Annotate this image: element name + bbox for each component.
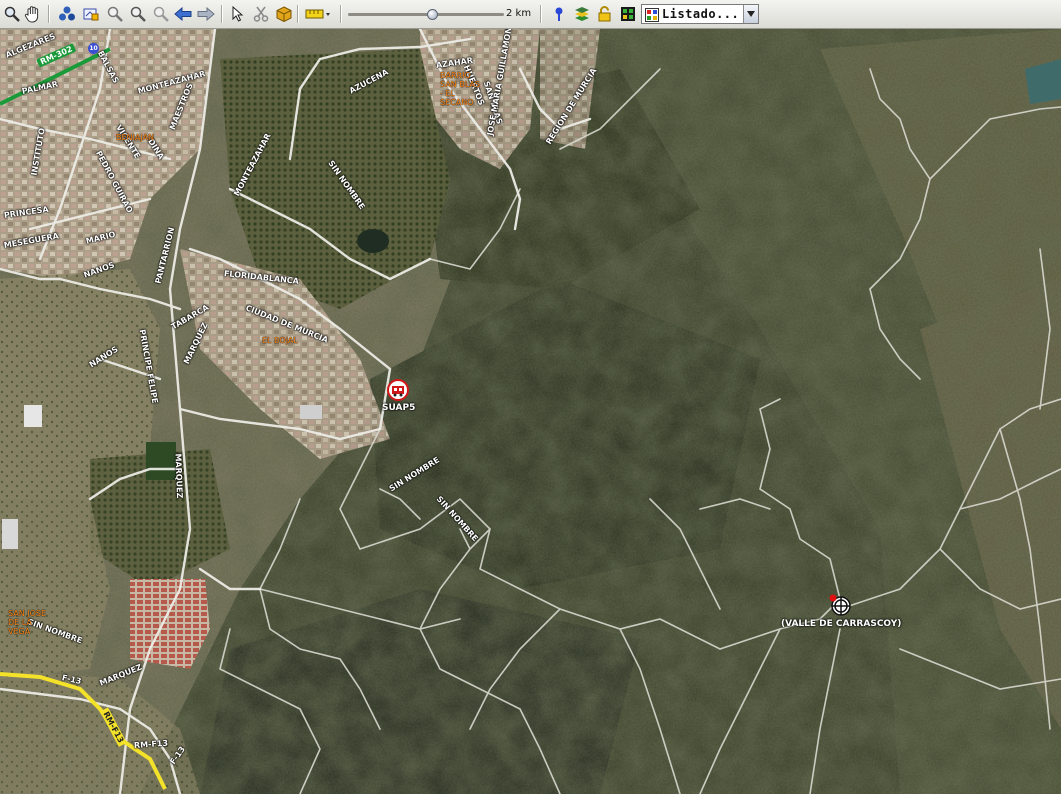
scale-slider-thumb[interactable] xyxy=(426,9,438,20)
forward-arrow-icon[interactable] xyxy=(196,4,216,24)
scissors-icon[interactable] xyxy=(251,4,271,24)
place-label: EL BOJAL xyxy=(262,336,298,345)
listing-icon xyxy=(645,7,659,26)
lock-icon[interactable] xyxy=(595,4,615,24)
marker-label: (VALLE DE CARRASCOY) xyxy=(781,619,902,629)
ruler-icon[interactable] xyxy=(304,4,334,24)
pointer-icon[interactable] xyxy=(228,4,248,24)
toolbar-separator xyxy=(48,5,50,23)
toolbar-separator xyxy=(540,5,542,23)
edit-map-icon[interactable] xyxy=(81,4,101,24)
toolbar-separator xyxy=(297,5,299,23)
place-label: SAN JOSE DE LA VEGA xyxy=(8,609,47,636)
listing-select-value: Listado... xyxy=(662,7,740,21)
zoom-extent-icon[interactable] xyxy=(151,4,171,24)
layers-stack-icon[interactable] xyxy=(572,4,592,24)
toolbar-separator xyxy=(221,5,223,23)
pin-icon[interactable] xyxy=(549,4,569,24)
package-icon[interactable] xyxy=(274,4,294,24)
pan-hand-icon[interactable] xyxy=(23,4,43,24)
marker-label: SUAP5 xyxy=(382,403,416,413)
satellite-imagery xyxy=(0,29,1061,794)
ambulance-icon[interactable] xyxy=(387,379,409,401)
place-label: BARRIO SAN BLAS - EL SECANO xyxy=(440,71,480,107)
layers-icon[interactable] xyxy=(57,4,77,24)
toolbar-separator xyxy=(340,5,342,23)
zoom-in-icon[interactable] xyxy=(105,4,125,24)
listing-select[interactable]: Listado... xyxy=(641,4,759,24)
zoom-out-icon[interactable] xyxy=(128,4,148,24)
grid-icon[interactable] xyxy=(618,4,638,24)
route-number-badge: 10 xyxy=(88,43,99,54)
back-arrow-icon[interactable] xyxy=(173,4,193,24)
chevron-down-icon[interactable] xyxy=(743,5,758,23)
place-label: BENIAJAN xyxy=(116,133,155,142)
crosshair-target-icon[interactable] xyxy=(828,593,852,617)
satellite-map[interactable]: ALGEZARES BALSAS PALMAR MONTEAZAHAR AZUC… xyxy=(0,29,1061,794)
zoom-tool-icon[interactable] xyxy=(2,4,22,24)
street-label: MARQUEZ xyxy=(173,453,185,499)
scale-label: 2 km xyxy=(506,8,532,19)
map-toolbar: 2 km Listado... xyxy=(0,0,1061,29)
